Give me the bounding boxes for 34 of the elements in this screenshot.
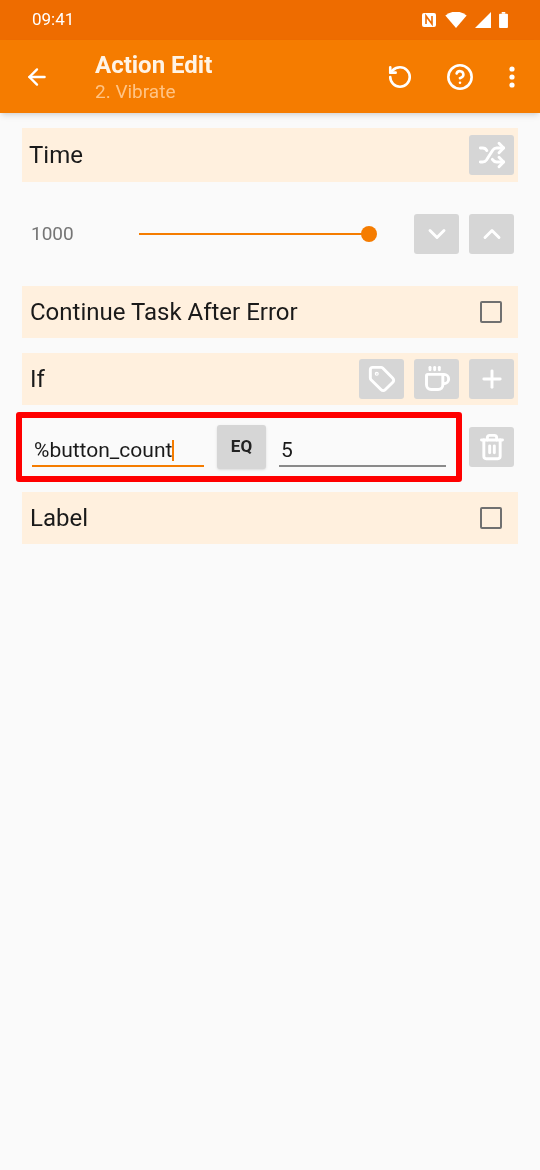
shuffle-icon xyxy=(477,141,506,169)
screen-title: Action Edit xyxy=(95,49,213,80)
slider-thumb[interactable] xyxy=(361,226,377,242)
option-row[interactable]: Label xyxy=(22,492,518,544)
signal-icon xyxy=(475,12,491,28)
wifi-icon xyxy=(445,12,467,28)
help-icon xyxy=(446,62,474,91)
option-label: Continue Task After Error xyxy=(30,297,298,328)
battery-icon xyxy=(499,12,508,28)
tag-icon xyxy=(367,365,396,393)
section-label: Time xyxy=(29,140,83,171)
checkbox[interactable] xyxy=(480,301,502,323)
option-row[interactable]: Continue Task After Error xyxy=(22,286,518,338)
value-field[interactable]: 5 xyxy=(279,427,446,467)
more-icon xyxy=(509,65,515,88)
randomize-button[interactable] xyxy=(469,135,514,175)
add-button[interactable] xyxy=(469,359,514,399)
tag-button[interactable] xyxy=(359,359,404,399)
checkbox[interactable] xyxy=(480,507,502,529)
variable-field[interactable]: %button_count xyxy=(32,427,204,467)
operator-button[interactable]: EQ xyxy=(217,425,266,469)
trash-icon xyxy=(477,433,506,461)
reset-icon xyxy=(387,63,413,90)
option-label: Label xyxy=(30,503,89,534)
decrease-button[interactable] xyxy=(414,214,459,254)
delete-button[interactable] xyxy=(469,427,514,467)
status-time: 09:41 xyxy=(32,8,75,32)
screen-subtitle: 2. Vibrate xyxy=(95,79,177,104)
slider-value: 1000 xyxy=(31,220,75,247)
increase-button[interactable] xyxy=(469,214,514,254)
section-label: If xyxy=(30,364,45,395)
coffee-button[interactable] xyxy=(414,359,459,399)
nfc-icon xyxy=(421,12,437,28)
cup-icon xyxy=(422,365,451,393)
